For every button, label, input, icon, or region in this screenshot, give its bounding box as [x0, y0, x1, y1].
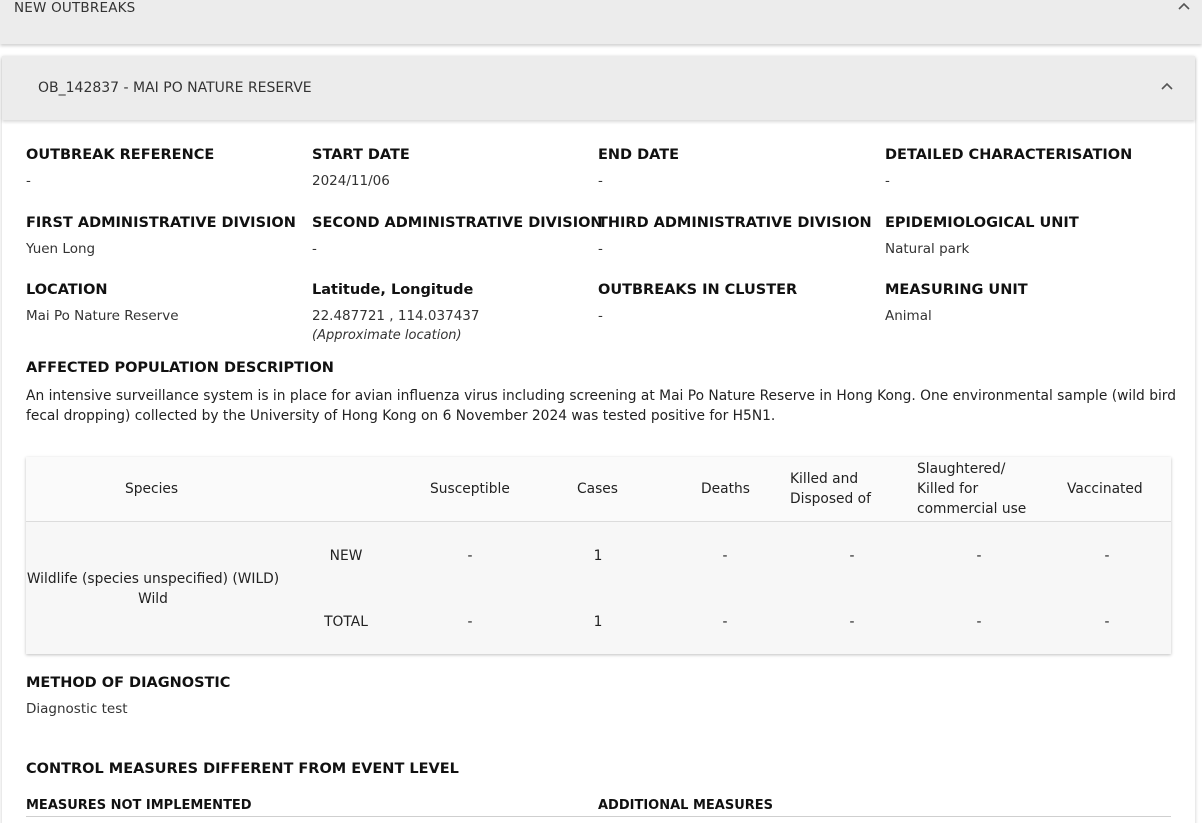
field-detailed-characterisation: DETAILED CHARACTERISATION -	[885, 147, 1165, 189]
affected-population-text: An intensive surveillance system is in p…	[26, 388, 1176, 424]
th-species: Species	[125, 481, 179, 497]
field-epidemiological-unit: EPIDEMIOLOGICAL UNIT Natural park	[885, 215, 1165, 257]
control-measures-label: CONTROL MEASURES DIFFERENT FROM EVENT LE…	[26, 761, 459, 777]
th-killed-line: Killed and	[790, 471, 859, 487]
field-label: DETAILED CHARACTERISATION	[885, 147, 1133, 163]
outbreak-title: OB_142837 - MAI PO NATURE RESERVE	[38, 80, 312, 96]
th-deaths: Deaths	[701, 481, 750, 497]
field-label: MEASURING UNIT	[885, 282, 1028, 298]
field-value: Mai Po Nature Reserve	[26, 308, 179, 324]
cell-new-killed: -	[849, 548, 855, 564]
field-label: OUTBREAK REFERENCE	[26, 147, 215, 163]
field-value: Natural park	[885, 241, 970, 257]
field-value: -	[598, 308, 603, 324]
field-start-date: START DATE 2024/11/06	[312, 147, 592, 189]
th-slaughtered: Slaughtered/ Killed for commercial use	[917, 459, 1026, 519]
field-third-admin-division: THIRD ADMINISTRATIVE DIVISION -	[598, 215, 878, 257]
field-method-of-diagnostic: METHOD OF DIAGNOSTIC Diagnostic test	[26, 675, 306, 717]
cell-new-cases: 1	[593, 548, 603, 564]
affected-population-label: AFFECTED POPULATION DESCRIPTION	[26, 360, 334, 376]
field-value: -	[312, 241, 317, 257]
species-table-header: Species Susceptible Cases Deaths Killed …	[26, 457, 1171, 522]
field-second-admin-division: SECOND ADMINISTRATIVE DIVISION -	[312, 215, 603, 257]
field-label: END DATE	[598, 147, 680, 163]
field-value: -	[598, 173, 603, 189]
cell-total-cases: 1	[593, 614, 603, 630]
field-measuring-unit: MEASURING UNIT Animal	[885, 282, 1165, 324]
cell-total-slaughtered: -	[976, 614, 982, 630]
species-name: Wildlife (species unspecified) (WILD)	[26, 571, 280, 587]
page: NEW OUTBREAKS OB_142837 - MAI PO NATURE …	[0, 0, 1202, 823]
field-value: -	[598, 241, 603, 257]
divider	[26, 816, 1171, 817]
th-killed-line: Disposed of	[790, 491, 871, 507]
field-outbreak-reference: OUTBREAK REFERENCE -	[26, 147, 306, 189]
cell-new-deaths: -	[722, 548, 728, 564]
cell-new-slaughtered: -	[976, 548, 982, 564]
species-type: Wild	[138, 591, 168, 607]
measures-not-implemented-label: MEASURES NOT IMPLEMENTED	[26, 798, 252, 813]
field-value: -	[26, 173, 31, 189]
field-label: EPIDEMIOLOGICAL UNIT	[885, 215, 1079, 231]
species-table: Species Susceptible Cases Deaths Killed …	[26, 457, 1171, 654]
field-value: Animal	[885, 308, 932, 324]
outbreak-card-header[interactable]: OB_142837 - MAI PO NATURE RESERVE	[2, 56, 1195, 120]
cell-total-deaths: -	[722, 614, 728, 630]
field-label: LOCATION	[26, 282, 108, 298]
field-value: Diagnostic test	[26, 701, 128, 717]
cell-new-susceptible: -	[467, 548, 473, 564]
chevron-up-icon[interactable]	[1159, 78, 1175, 94]
th-cases: Cases	[577, 481, 618, 497]
th-slaughtered-line: Killed for	[917, 481, 979, 497]
cell-new-vaccinated: -	[1104, 548, 1110, 564]
field-label: SECOND ADMINISTRATIVE DIVISION	[312, 215, 603, 231]
field-value: 22.487721 , 114.037437	[312, 308, 480, 324]
row-label-new: NEW	[329, 548, 363, 564]
field-label: START DATE	[312, 147, 410, 163]
species-cell: Wildlife (species unspecified) (WILD) Wi…	[26, 569, 280, 609]
field-label: FIRST ADMINISTRATIVE DIVISION	[26, 215, 296, 231]
field-value: Yuen Long	[26, 241, 96, 257]
field-label: Latitude, Longitude	[312, 282, 474, 298]
field-first-admin-division: FIRST ADMINISTRATIVE DIVISION Yuen Long	[26, 215, 306, 257]
field-label: METHOD OF DIAGNOSTIC	[26, 675, 231, 691]
th-slaughtered-line: Slaughtered/	[917, 461, 1006, 477]
additional-measures-label: ADDITIONAL MEASURES	[598, 798, 774, 813]
th-susceptible: Susceptible	[430, 481, 510, 497]
th-killed-disposed: Killed and Disposed of	[790, 469, 871, 509]
field-lat-long: Latitude, Longitude 22.487721 , 114.0374…	[312, 282, 592, 343]
field-label: OUTBREAKS IN CLUSTER	[598, 282, 798, 298]
field-end-date: END DATE -	[598, 147, 878, 189]
row-label-total: TOTAL	[324, 614, 368, 630]
new-outbreaks-panel-header[interactable]: NEW OUTBREAKS	[0, 0, 1202, 44]
new-outbreaks-title: NEW OUTBREAKS	[14, 0, 136, 16]
th-slaughtered-line: commercial use	[917, 501, 1027, 517]
cell-total-vaccinated: -	[1104, 614, 1110, 630]
field-label: THIRD ADMINISTRATIVE DIVISION	[598, 215, 872, 231]
field-outbreaks-in-cluster: OUTBREAKS IN CLUSTER -	[598, 282, 878, 324]
chevron-up-icon[interactable]	[1176, 0, 1192, 14]
field-value: -	[885, 173, 890, 189]
approximate-location-note: (Approximate location)	[312, 328, 462, 343]
th-vaccinated: Vaccinated	[1067, 481, 1143, 497]
cell-total-susceptible: -	[467, 614, 473, 630]
field-location: LOCATION Mai Po Nature Reserve	[26, 282, 306, 324]
field-value: 2024/11/06	[312, 173, 390, 189]
cell-total-killed: -	[849, 614, 855, 630]
